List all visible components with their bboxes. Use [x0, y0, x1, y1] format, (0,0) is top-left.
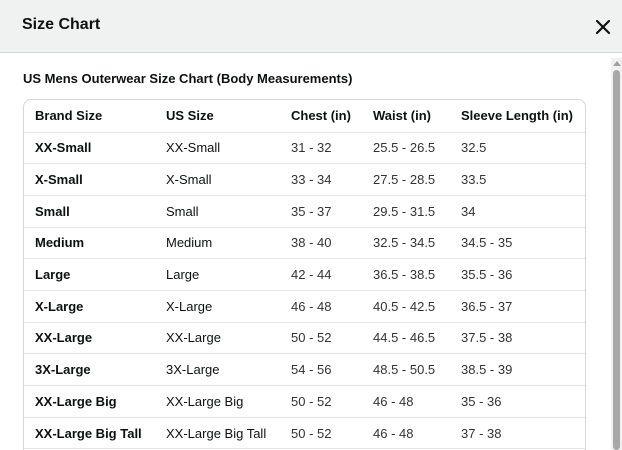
- brand-size-cell: XX-Large Big Tall: [24, 417, 155, 450]
- column-header-waist: Waist (in): [362, 100, 450, 133]
- close-icon: [595, 19, 611, 35]
- chest-cell: 50 - 52: [280, 417, 362, 450]
- brand-size-cell: XX-Large: [24, 322, 155, 355]
- size-chart-heading: US Mens Outerwear Size Chart (Body Measu…: [23, 71, 353, 86]
- us-size-cell: XX-Large Big Tall: [155, 417, 280, 450]
- brand-size-cell: XX-Small: [24, 132, 155, 165]
- close-button[interactable]: [592, 16, 614, 38]
- table-row: X-Small X-Small 33 - 34 27.5 - 28.5 33.5: [24, 163, 585, 196]
- us-size-cell: XX-Small: [155, 132, 280, 165]
- brand-size-cell: X-Large: [24, 290, 155, 323]
- table-row: XX-Large Big XX-Large Big 50 - 52 46 - 48 35…: [24, 385, 585, 418]
- brand-size-cell: Medium: [24, 227, 155, 260]
- brand-size-cell: Large: [24, 258, 155, 291]
- sleeve-length-cell: 36.5 - 37: [450, 290, 585, 323]
- waist-cell: 40.5 - 42.5: [362, 290, 450, 323]
- table-row: XX-Large Big Tall XX-Large Big Tall 50 - 5…: [24, 417, 585, 450]
- chest-cell: 35 - 37: [280, 195, 362, 228]
- chest-cell: 42 - 44: [280, 258, 362, 291]
- size-chart-table-container: Brand Size US Size Chest (in) Waist (in)…: [23, 99, 586, 450]
- waist-cell: 25.5 - 26.5: [362, 132, 450, 165]
- column-header-sleeve-length: Sleeve Length (in): [450, 100, 585, 133]
- modal-title: Size Chart: [22, 16, 101, 33]
- waist-cell: 36.5 - 38.5: [362, 258, 450, 291]
- us-size-cell: Medium: [155, 227, 280, 260]
- us-size-cell: X-Small: [155, 163, 280, 196]
- sleeve-length-cell: 34.5 - 35: [450, 227, 585, 260]
- brand-size-cell: XX-Large Big: [24, 385, 155, 418]
- modal-header: Size Chart: [0, 0, 622, 53]
- column-header-chest: Chest (in): [280, 100, 362, 133]
- chest-cell: 50 - 52: [280, 385, 362, 418]
- table-row: X-Large X-Large 46 - 48 40.5 - 42.5 36.5 - 3…: [24, 290, 585, 323]
- waist-cell: 32.5 - 34.5: [362, 227, 450, 260]
- column-header-us-size: US Size: [155, 100, 280, 133]
- sleeve-length-cell: 37 - 38: [450, 417, 585, 450]
- sleeve-length-cell: 35 - 36: [450, 385, 585, 418]
- brand-size-cell: Small: [24, 195, 155, 228]
- size-chart-table: Brand Size US Size Chest (in) Waist (in)…: [24, 100, 585, 450]
- us-size-cell: 3X-Large: [155, 353, 280, 386]
- sleeve-length-cell: 32.5: [450, 132, 585, 165]
- chest-cell: 50 - 52: [280, 322, 362, 355]
- scrollbar-thumb[interactable]: [613, 70, 620, 450]
- chest-cell: 33 - 34: [280, 163, 362, 196]
- sleeve-length-cell: 33.5: [450, 163, 585, 196]
- us-size-cell: XX-Large Big: [155, 385, 280, 418]
- table-row: 3X-Large 3X-Large 54 - 56 48.5 - 50.5 38.5 -…: [24, 353, 585, 386]
- chest-cell: 38 - 40: [280, 227, 362, 260]
- table-row: XX-Large XX-Large 50 - 52 44.5 - 46.5 37.5 -…: [24, 322, 585, 355]
- sleeve-length-cell: 38.5 - 39: [450, 353, 585, 386]
- waist-cell: 29.5 - 31.5: [362, 195, 450, 228]
- waist-cell: 46 - 48: [362, 385, 450, 418]
- scroll-up-arrow-icon[interactable]: [613, 61, 621, 66]
- brand-size-cell: 3X-Large: [24, 353, 155, 386]
- chest-cell: 46 - 48: [280, 290, 362, 323]
- us-size-cell: Large: [155, 258, 280, 291]
- us-size-cell: Small: [155, 195, 280, 228]
- sleeve-length-cell: 37.5 - 38: [450, 322, 585, 355]
- table-row: XX-Small XX-Small 31 - 32 25.5 - 26.5 32.5: [24, 132, 585, 165]
- table-row: Medium Medium 38 - 40 32.5 - 34.5 34.5 - 35: [24, 227, 585, 260]
- waist-cell: 27.5 - 28.5: [362, 163, 450, 196]
- vertical-scrollbar[interactable]: [611, 58, 622, 450]
- table-header-row: Brand Size US Size Chest (in) Waist (in)…: [24, 100, 585, 133]
- us-size-cell: XX-Large: [155, 322, 280, 355]
- waist-cell: 46 - 48: [362, 417, 450, 450]
- sleeve-length-cell: 34: [450, 195, 585, 228]
- waist-cell: 44.5 - 46.5: [362, 322, 450, 355]
- table-row: Small Small 35 - 37 29.5 - 31.5 34: [24, 195, 585, 228]
- column-header-brand-size: Brand Size: [24, 100, 155, 133]
- us-size-cell: X-Large: [155, 290, 280, 323]
- waist-cell: 48.5 - 50.5: [362, 353, 450, 386]
- sleeve-length-cell: 35.5 - 36: [450, 258, 585, 291]
- chest-cell: 31 - 32: [280, 132, 362, 165]
- table-row: Large Large 42 - 44 36.5 - 38.5 35.5 - 36: [24, 258, 585, 291]
- chest-cell: 54 - 56: [280, 353, 362, 386]
- brand-size-cell: X-Small: [24, 163, 155, 196]
